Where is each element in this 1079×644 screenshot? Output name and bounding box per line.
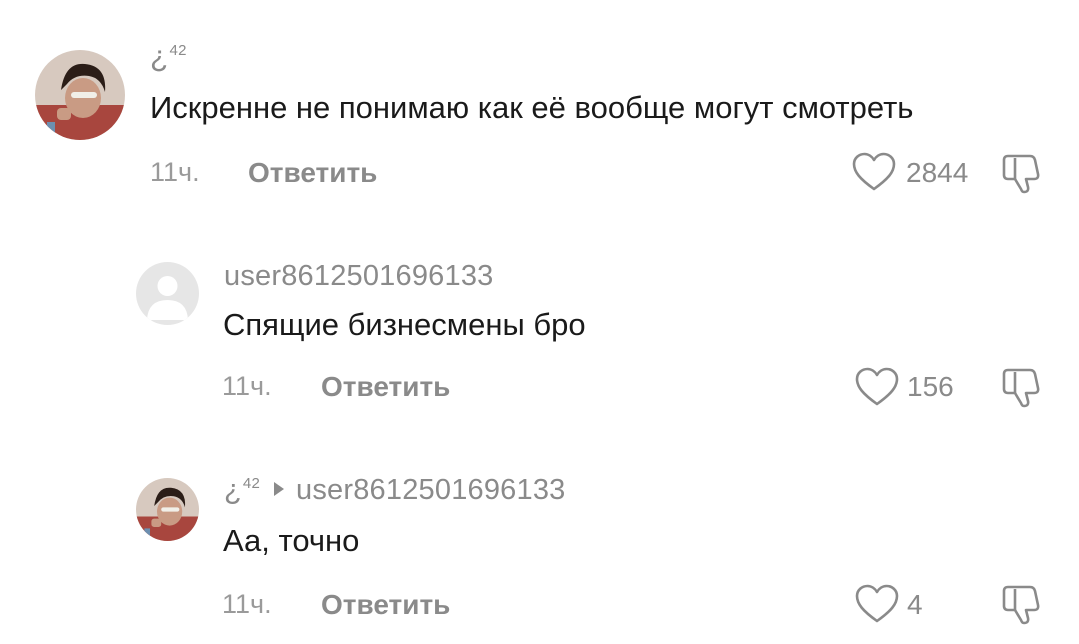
comment-author[interactable]: ¿42 [150,40,187,74]
comment-text: Искренне не понимаю как её вообще могут … [150,90,914,125]
author-name: ¿ [150,40,169,73]
thumbs-down-icon[interactable] [1000,366,1046,408]
author-superscript: 42 [242,475,261,493]
comment-time: 11ч. [222,371,272,401]
like-count: 4 [907,589,923,620]
avatar[interactable] [136,478,199,541]
reply-button[interactable]: Ответить [248,157,377,189]
heart-outline-icon[interactable] [855,584,899,624]
reply-arrow-icon [274,482,285,497]
like-count: 2844 [906,157,969,188]
avatar-photo-icon [136,478,199,541]
avatar[interactable] [136,262,199,325]
author-superscript: 42 [169,42,187,59]
default-avatar-icon [136,262,199,325]
comment-text: Спящие бизнесмены бро [223,307,586,342]
heart-outline-icon[interactable] [855,367,899,407]
comment-time: 11ч. [150,157,200,187]
like-count: 156 [907,371,954,402]
comment: ¿42 Искренне не понимаю как её вообще мо… [0,0,1079,215]
comment-author[interactable]: ¿42 user8612501696133 [224,474,566,507]
comment-time: 11ч. [222,589,272,619]
reply-button[interactable]: Ответить [321,371,450,403]
comment-text: Аа, точно [223,523,360,558]
comment-author[interactable]: user8612501696133 [224,260,493,293]
reply-button[interactable]: Ответить [321,589,450,621]
avatar-photo-icon [35,50,125,140]
reply-to-user[interactable]: user8612501696133 [296,474,565,506]
avatar[interactable] [35,50,125,140]
heart-outline-icon[interactable] [852,152,896,192]
author-name: ¿ [224,474,242,506]
comments-screen: ¿42 Искренне не понимаю как её вообще мо… [0,0,1079,644]
thumbs-down-icon[interactable] [1000,583,1046,625]
thumbs-down-icon[interactable] [1000,152,1046,194]
